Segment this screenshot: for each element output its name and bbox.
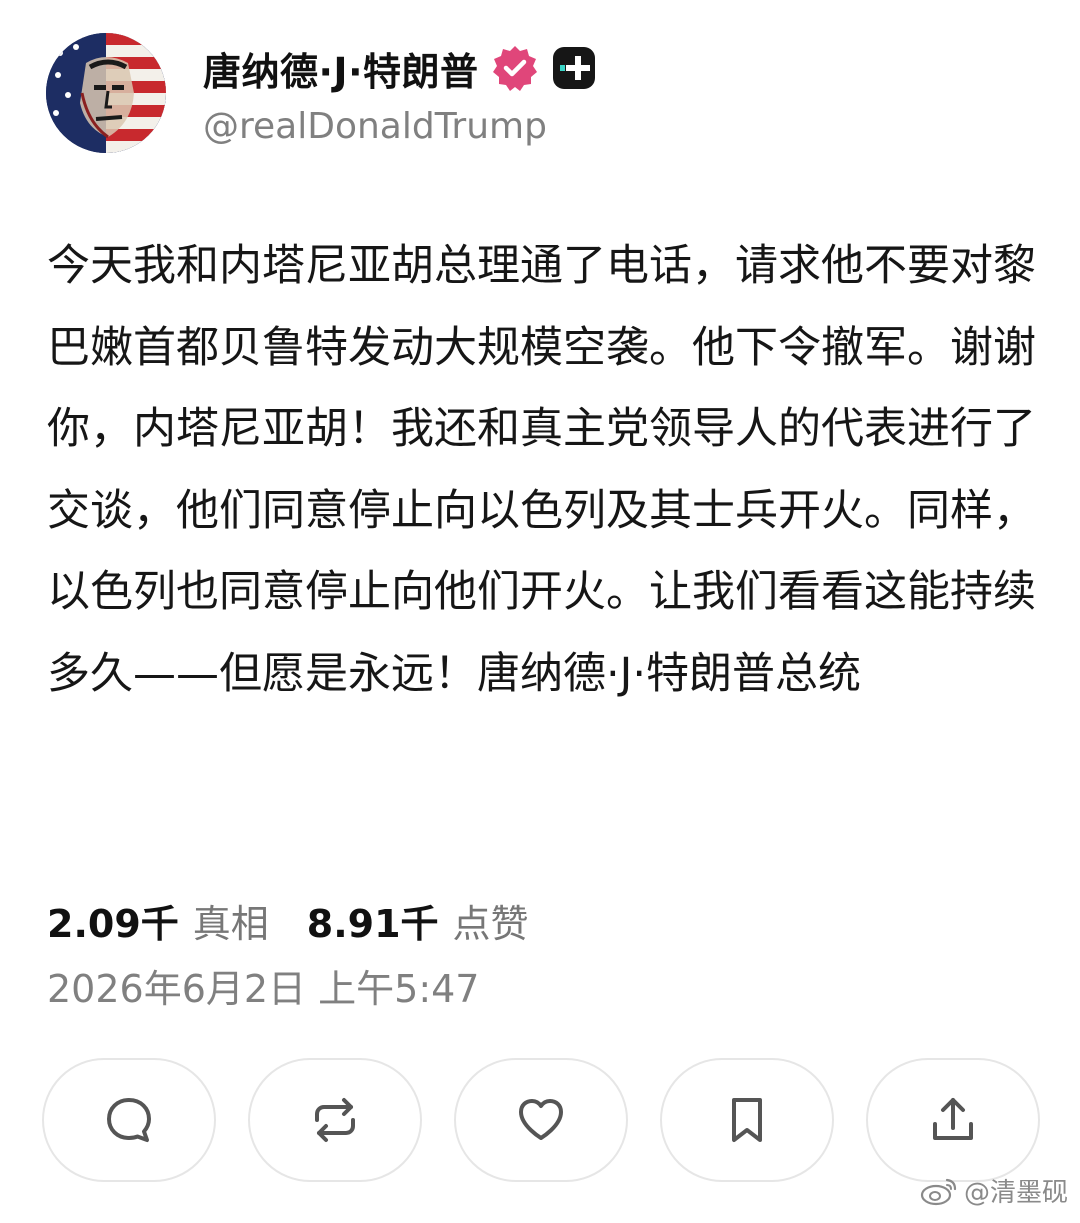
watermark-text: @清墨砚 — [963, 1178, 1068, 1208]
like-button[interactable] — [454, 1058, 628, 1182]
post-timestamp: 2026年6月2日 上午5:47 — [47, 966, 480, 1011]
bookmark-icon — [732, 1098, 762, 1142]
plus-badge-icon — [552, 47, 595, 89]
avatar[interactable] — [46, 33, 166, 153]
share-button[interactable] — [866, 1058, 1040, 1182]
retruths-label[interactable]: 真相 — [193, 893, 269, 948]
author-display-name[interactable]: 唐纳德·J·特朗普 — [203, 41, 479, 96]
retruths-count[interactable]: 2.09千 — [47, 893, 179, 948]
post-stats: 2.09千 真相 8.91千 点赞 — [47, 890, 529, 950]
post-text: 今天我和内塔尼亚胡总理通了电话，请求他不要对黎巴嫩首都贝鲁特发动大规模空袭。他下… — [47, 241, 1036, 699]
weibo-logo-icon — [920, 1178, 957, 1205]
reply-button[interactable] — [42, 1058, 216, 1182]
likes-label[interactable]: 点赞 — [453, 893, 529, 948]
comment-icon — [107, 1098, 151, 1142]
watermark: @清墨砚 — [920, 1172, 1068, 1209]
author-name-row: 唐纳德·J·特朗普 — [203, 40, 597, 96]
likes-count[interactable]: 8.91千 — [307, 893, 439, 948]
repost-icon — [315, 1098, 355, 1142]
author-handle[interactable]: @realDonaldTrump — [203, 106, 547, 147]
repost-button[interactable] — [248, 1058, 422, 1182]
heart-icon — [519, 1099, 563, 1140]
share-icon — [933, 1098, 973, 1140]
flag-portrait-avatar-icon — [46, 33, 166, 153]
verified-badge-icon — [492, 46, 537, 91]
action-bar — [42, 1058, 1042, 1184]
bookmark-button[interactable] — [660, 1058, 834, 1182]
